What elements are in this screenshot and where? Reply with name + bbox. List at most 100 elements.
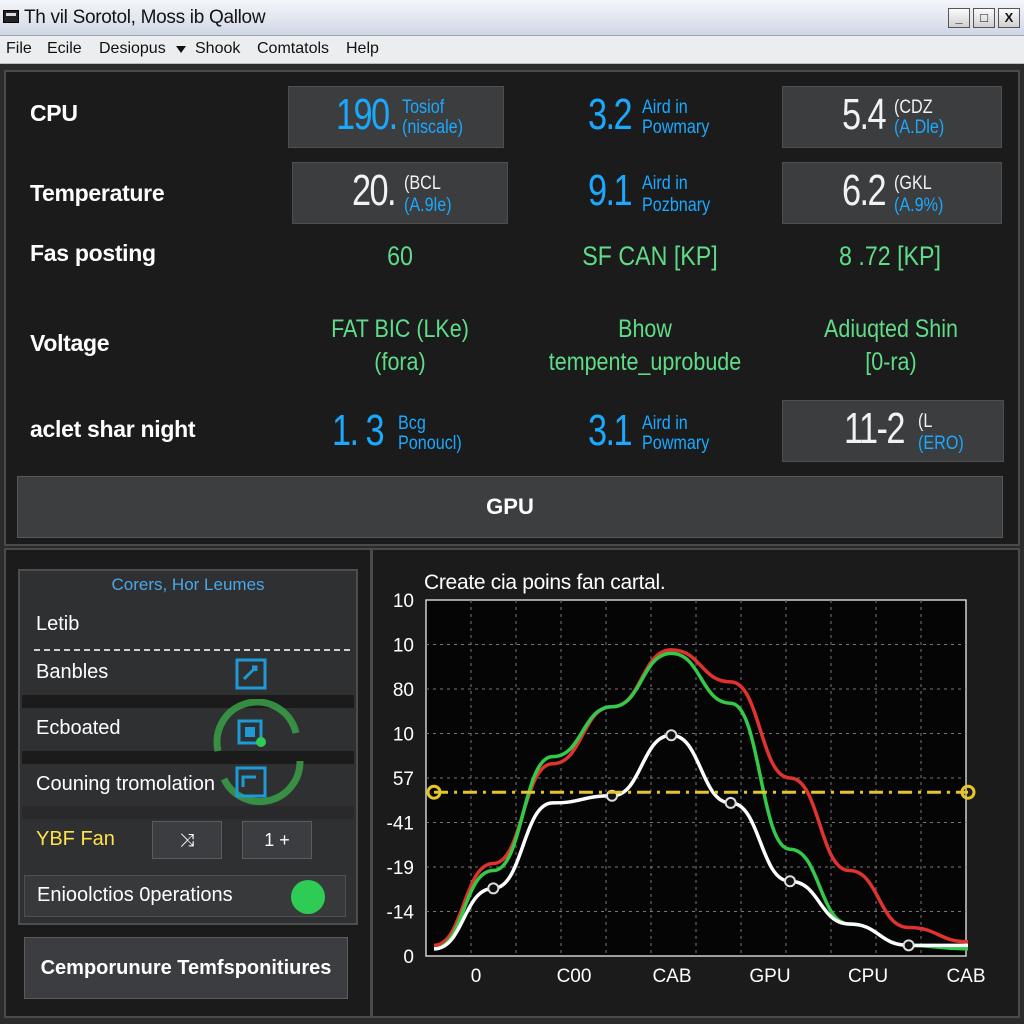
stat-unit: (ERO) — [918, 433, 964, 454]
voltage-value: FAT BIC (LKe) (fora) — [323, 313, 478, 379]
y-tick-label: 0 — [403, 947, 414, 968]
stat-unit: Aird in — [642, 413, 688, 434]
y-tick-label: 10 — [393, 636, 414, 657]
splitter[interactable] — [370, 550, 373, 1016]
fan-value: 8 .72 [KP] — [839, 241, 941, 271]
stat-unit: Bcg — [398, 413, 426, 434]
window-title: Th vil Sorotol, Moss ib Qallow — [24, 7, 266, 28]
menu-edit[interactable]: Ecile — [47, 40, 82, 58]
operations-label: Enioolctios 0perations — [37, 884, 233, 906]
voltage-line: Bhow — [618, 315, 672, 343]
gauge-icon[interactable] — [234, 765, 268, 799]
curve-point — [784, 875, 796, 888]
list-item[interactable]: Letib — [36, 613, 79, 636]
divider — [34, 649, 350, 651]
x-tick-label: CAB — [946, 966, 985, 987]
maximize-button[interactable]: □ — [973, 8, 995, 28]
fan-value: SF CAN [KP] — [582, 241, 718, 271]
chip-icon[interactable] — [234, 715, 268, 749]
row-label-temperature: Temperature — [30, 180, 165, 206]
fan-shuffle-button[interactable]: ⤨ — [152, 821, 222, 859]
y-tick-label: -14 — [387, 903, 415, 924]
x-tick-label: CPU — [848, 966, 888, 987]
panel-title: Corers, Hor Leumes — [111, 575, 265, 594]
voltage-value: Adiuqted Shin [0-ra) — [809, 313, 972, 379]
controls-panel: Corers, Hor Leumes Letib Banbles Ecboate… — [18, 569, 358, 925]
title-bar: Th vil Sorotol, Moss ib Qallow _ □ X — [0, 0, 1024, 36]
fan-add-button[interactable]: 1 + — [242, 821, 312, 859]
temperatures-button[interactable]: Cemporunure Temfsponitiures — [24, 937, 348, 999]
gpu-button[interactable]: GPU — [17, 476, 1003, 538]
row-label-fan: Fas posting — [30, 240, 156, 266]
stat-cell — [292, 162, 508, 224]
fan-label: YBF Fan — [36, 828, 115, 850]
menu-shook[interactable]: Shook — [195, 40, 240, 58]
stat-unit: (CDZ — [894, 97, 933, 118]
list-item[interactable]: Couning tromolation — [36, 773, 215, 796]
menu-comtatols[interactable]: Comtatols — [257, 40, 329, 58]
list-item[interactable]: Ecboated — [36, 717, 121, 740]
stat-unit: Powmary — [642, 433, 710, 454]
x-tick-label: 0 — [471, 966, 482, 987]
x-tick-label: C00 — [557, 966, 592, 987]
stat-unit: Powmary — [642, 117, 710, 138]
voltage-line: (fora) — [374, 348, 426, 376]
menu-desiopus[interactable]: Desiopus — [99, 40, 166, 58]
stat-value: 11-2 — [844, 404, 905, 453]
row-label-voltage: Voltage — [30, 330, 110, 356]
voltage-line: tempente_uprobude — [548, 348, 742, 376]
y-tick-label: 10 — [393, 725, 414, 746]
voltage-line: FAT BIC (LKe) — [331, 315, 469, 343]
close-button[interactable]: X — [998, 8, 1020, 28]
y-tick-label: 57 — [393, 769, 414, 790]
x-tick-label: CAB — [652, 966, 691, 987]
menu-bar: File Ecile Desiopus Shook Comtatols Help — [0, 36, 1024, 64]
voltage-line: Adiuqted Shin — [824, 315, 958, 343]
curve-point — [724, 796, 737, 809]
curve-point — [665, 729, 678, 742]
stat-unit: Aird in — [642, 173, 688, 194]
monitor-icon[interactable] — [234, 657, 268, 691]
stat-unit: Pozbnary — [642, 195, 711, 216]
stat-value: 20. — [352, 166, 397, 215]
stat-unit: (niscale) — [402, 117, 464, 138]
stat-unit: (A.Dle) — [894, 117, 945, 138]
minimize-button[interactable]: _ — [948, 8, 970, 28]
fan-value: 60 — [387, 241, 413, 271]
chevron-down-icon[interactable] — [176, 46, 186, 53]
stat-value: 190. — [336, 90, 398, 139]
voltage-value: Bhow tempente_uprobude — [520, 313, 769, 379]
operations-row[interactable]: Enioolctios 0perations — [24, 875, 346, 917]
stat-unit: Aird in — [642, 97, 688, 118]
app-icon[interactable] — [3, 10, 19, 23]
y-tick-label: -41 — [387, 814, 414, 835]
stat-value: 6.2 — [842, 166, 887, 215]
stat-cell — [782, 162, 1002, 224]
stat-value: 5.4 — [842, 90, 887, 139]
stat-cell — [782, 86, 1002, 148]
stat-value: 1. 3 — [332, 406, 385, 455]
curve-point — [487, 882, 500, 895]
y-tick-label: -19 — [387, 858, 414, 879]
row-label-cpu: CPU — [30, 100, 78, 126]
stat-value: 3.1 — [588, 406, 633, 455]
y-tick-label: 80 — [393, 680, 414, 701]
voltage-line: [0-ra) — [865, 348, 917, 376]
menu-help[interactable]: Help — [346, 40, 379, 58]
stat-unit: (BCL — [404, 173, 441, 194]
y-tick-label: 10 — [393, 591, 414, 612]
status-indicator[interactable] — [291, 880, 325, 914]
stat-unit: (GKL — [894, 173, 932, 194]
stat-unit: (A.9%) — [894, 195, 944, 216]
row-label-night: aclet shar night — [30, 416, 196, 442]
fan-curve-chart[interactable]: 10 10 80 10 57 -41 -19 -14 0 0 C00 CAB GPU CPU CAB — [380, 590, 1016, 990]
x-tick-label: GPU — [749, 966, 790, 987]
stat-value: 3.2 — [588, 90, 633, 139]
curve-point — [902, 939, 915, 952]
stat-unit: (A.9le) — [404, 195, 452, 216]
list-item[interactable]: Banbles — [36, 661, 108, 684]
stat-unit: Tosiof — [402, 97, 445, 118]
stat-unit: Ponoucl) — [398, 433, 462, 454]
menu-file[interactable]: File — [6, 40, 32, 58]
stat-unit: (L — [918, 411, 933, 432]
